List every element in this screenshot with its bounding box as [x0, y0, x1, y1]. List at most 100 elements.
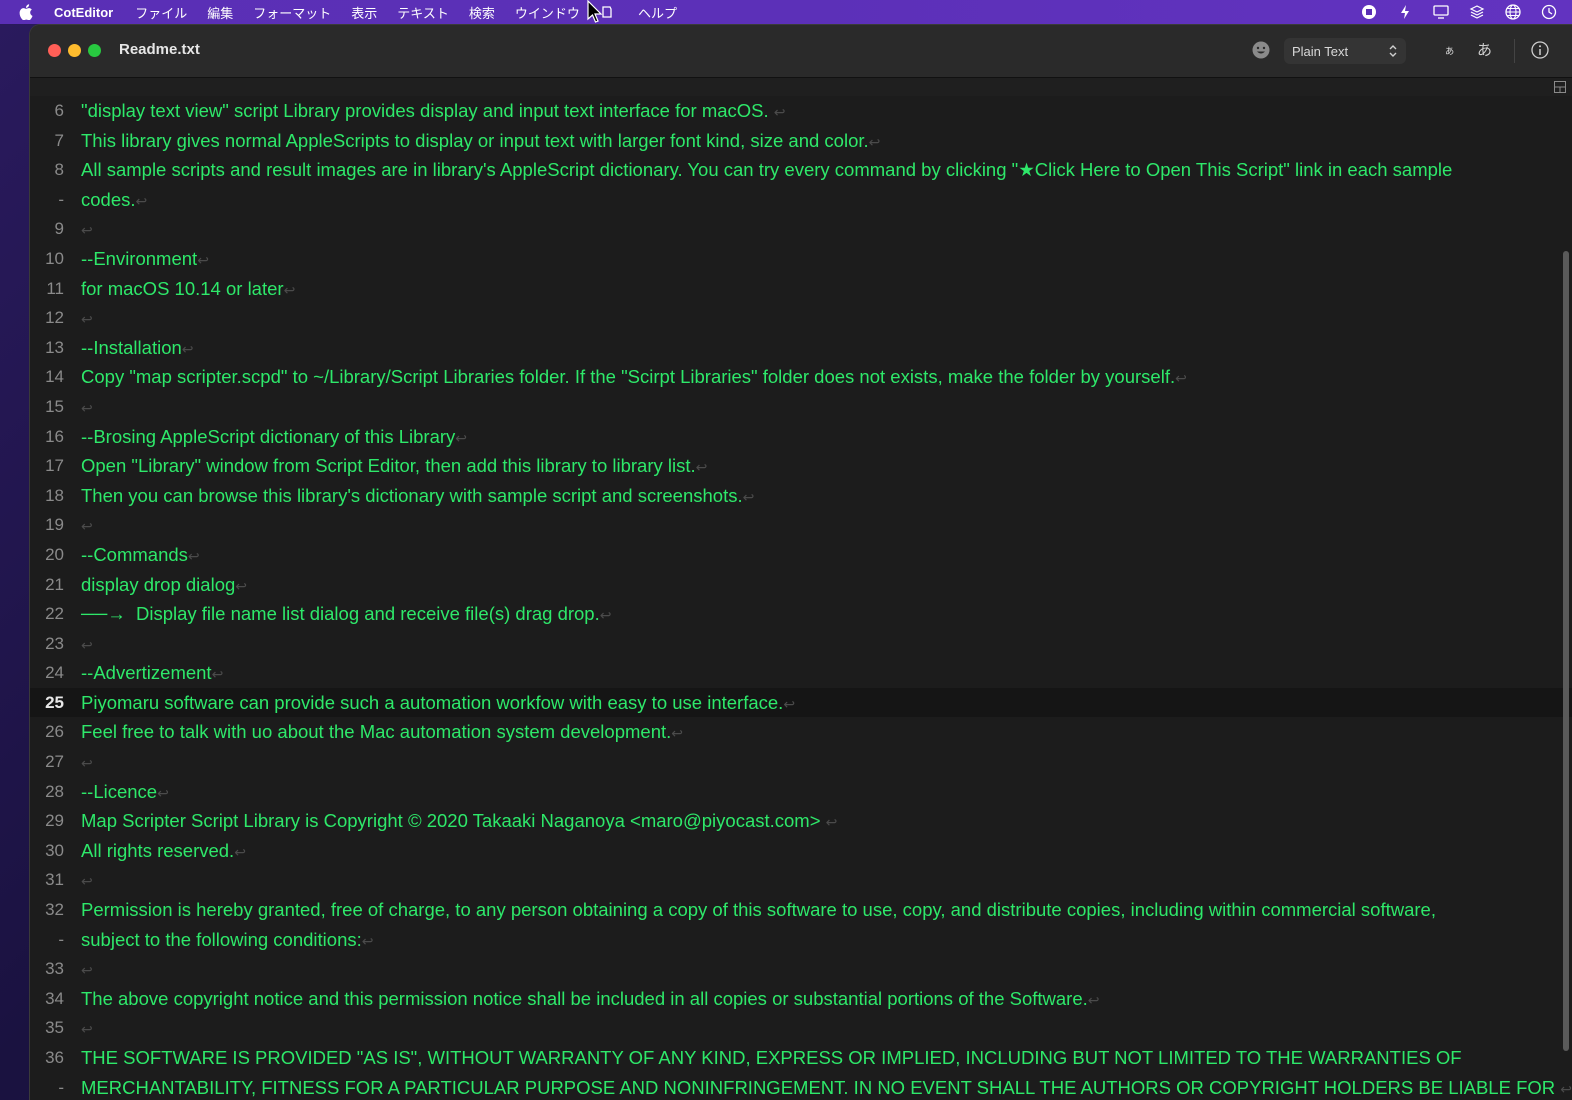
text-line[interactable]: 33 ↩	[30, 954, 1572, 984]
text-line[interactable]: 6 "display text view" script Library prov…	[30, 96, 1572, 126]
line-number: 23	[45, 633, 64, 653]
full-width-kana-button[interactable]: あ	[1477, 39, 1492, 60]
line-content: MERCHANTABILITY, FITNESS FOR A PARTICULA…	[81, 1076, 1561, 1098]
line-number: 32	[45, 900, 64, 920]
text-line[interactable]: 35 ↩	[30, 1013, 1572, 1043]
return-mark-icon: ↩	[283, 281, 296, 298]
minimize-window-button[interactable]	[68, 44, 81, 57]
text-line[interactable]: 23 ↩	[30, 629, 1572, 659]
text-line[interactable]: 20 --Commands↩	[30, 540, 1572, 570]
syntax-style-select[interactable]: Plain Text	[1284, 38, 1406, 64]
text-line[interactable]: - MERCHANTABILITY, FITNESS FOR A PARTICUL…	[30, 1073, 1572, 1100]
text-line[interactable]: 26 Feel free to talk with uo about the Ma…	[30, 717, 1572, 747]
text-line[interactable]: 24 --Advertizement↩	[30, 658, 1572, 688]
line-number: 14	[45, 367, 64, 387]
line-number: 17	[45, 456, 64, 476]
text-line[interactable]: 16 --Brosing AppleScript dictionary of th…	[30, 422, 1572, 452]
text-line[interactable]: 36 THE SOFTWARE IS PROVIDED "AS IS", WITH…	[30, 1043, 1572, 1073]
text-line[interactable]: 29 Map Scripter Script Library is Copyrig…	[30, 806, 1572, 836]
text-line[interactable]: - codes.↩	[30, 185, 1572, 215]
info-icon[interactable]	[1530, 40, 1550, 60]
line-content: --Environment	[81, 247, 198, 269]
menu-format[interactable]: フォーマット	[253, 3, 331, 22]
apple-menu-icon[interactable]	[16, 4, 36, 20]
line-text: --Installation↩	[81, 333, 194, 365]
half-width-kana-button[interactable]: ぁ	[1444, 42, 1455, 58]
display-icon[interactable]	[1432, 3, 1450, 21]
return-mark-icon: ↩	[1560, 1080, 1572, 1097]
text-line[interactable]: 10 --Environment↩	[30, 244, 1572, 274]
title-bar: Readme.txt Plain Text ぁ あ	[30, 25, 1572, 78]
text-line[interactable]: 15 ↩	[30, 392, 1572, 422]
line-number: 36	[45, 1048, 64, 1067]
return-mark-icon: ↩	[1175, 370, 1187, 387]
line-number: 9	[54, 219, 64, 239]
text-line[interactable]: 25 Piyomaru software can provide such a a…	[30, 687, 1572, 718]
menu-find[interactable]: 検索	[469, 3, 495, 22]
syntax-style-value: Plain Text	[1292, 43, 1349, 59]
line-number: 10	[45, 248, 64, 268]
text-line[interactable]: 8 All sample scripts and result images ar…	[30, 155, 1572, 185]
text-line[interactable]: - subject to the following conditions:↩	[30, 925, 1572, 955]
text-line[interactable]: 11 for macOS 10.14 or later↩	[30, 274, 1572, 304]
split-editor-icon[interactable]	[1554, 81, 1566, 93]
text-line[interactable]: 7 This library gives normal AppleScripts …	[30, 126, 1572, 156]
text-line[interactable]: 18 Then you can browse this library's dic…	[30, 481, 1572, 511]
text-line[interactable]: 34 The above copyright notice and this pe…	[30, 984, 1572, 1014]
menu-window[interactable]: ウインドウ	[515, 3, 580, 22]
line-content: THE SOFTWARE IS PROVIDED "AS IS", WITHOU…	[81, 1047, 1467, 1068]
menu-help[interactable]: ヘルプ	[638, 3, 677, 22]
line-text: --Brosing AppleScript dictionary of this…	[81, 422, 467, 454]
return-mark-icon: ↩	[181, 340, 194, 357]
menu-view[interactable]: 表示	[351, 3, 377, 22]
screen-record-icon[interactable]	[1360, 3, 1378, 21]
text-line[interactable]: 14 Copy "map scripter.scpd" to ~/Library/…	[30, 362, 1572, 392]
line-text: ↩	[81, 214, 93, 246]
script-bolt-icon[interactable]	[1396, 3, 1414, 21]
text-line[interactable]: 22 ──→ Display file name list dialog and …	[30, 599, 1572, 629]
text-line[interactable]: 30 All rights reserved.↩	[30, 836, 1572, 866]
line-content: --Commands	[81, 543, 188, 565]
text-editor-area[interactable]: 6 "display text view" script Library prov…	[30, 96, 1572, 1100]
window-title: Readme.txt	[119, 41, 200, 58]
line-number: 34	[45, 988, 64, 1008]
emoji-icon[interactable]	[1251, 40, 1271, 60]
text-line[interactable]: 13 --Installation↩	[30, 333, 1572, 363]
editor-window: Readme.txt Plain Text ぁ あ 6 "display text…	[30, 25, 1572, 1100]
line-text: --Licence↩	[81, 777, 169, 809]
text-line[interactable]: 21 display drop dialog↩	[30, 570, 1572, 600]
clock-icon[interactable]	[1540, 3, 1558, 21]
text-line[interactable]: 17 Open "Library" window from Script Edit…	[30, 451, 1572, 481]
text-line[interactable]: 27 ↩	[30, 747, 1572, 777]
text-line[interactable]: 9 ↩	[30, 214, 1572, 244]
menu-text[interactable]: テキスト	[397, 3, 449, 22]
vertical-scrollbar[interactable]	[1563, 251, 1569, 1051]
text-line[interactable]: 28 --Licence↩	[30, 777, 1572, 807]
line-content: Then you can browse this library's dicti…	[81, 484, 743, 506]
text-line[interactable]: 32 Permission is hereby granted, free of …	[30, 895, 1572, 925]
return-mark-icon: ↩	[81, 222, 93, 239]
text-line[interactable]: 31 ↩	[30, 865, 1572, 895]
app-menu[interactable]: CotEditor	[54, 5, 113, 20]
line-content: All sample scripts and result images are…	[81, 159, 1458, 181]
line-content: codes.	[81, 188, 136, 210]
line-text: This library gives normal AppleScripts t…	[81, 126, 880, 158]
line-number: 33	[45, 959, 64, 979]
line-text: display drop dialog↩	[81, 570, 247, 602]
line-content: This library gives normal AppleScripts t…	[81, 129, 869, 151]
line-content: The above copyright notice and this perm…	[81, 987, 1088, 1009]
zoom-window-button[interactable]	[88, 44, 101, 57]
menu-file[interactable]: ファイル	[135, 3, 187, 22]
globe-icon[interactable]	[1504, 3, 1522, 21]
close-window-button[interactable]	[48, 44, 61, 57]
text-line[interactable]: 12 ↩	[30, 303, 1572, 333]
line-content: Open "Library" window from Script Editor…	[81, 455, 696, 477]
mouse-pointer-icon	[587, 0, 603, 23]
line-content: display drop dialog	[81, 573, 236, 595]
text-line[interactable]: 19 ↩	[30, 510, 1572, 540]
line-number: 28	[45, 781, 64, 801]
text-lines: 6 "display text view" script Library prov…	[30, 96, 1572, 1100]
line-content: Copy "map scripter.scpd" to ~/Library/Sc…	[81, 366, 1176, 388]
menu-edit[interactable]: 編集	[207, 3, 233, 22]
layers-icon[interactable]	[1468, 3, 1486, 21]
